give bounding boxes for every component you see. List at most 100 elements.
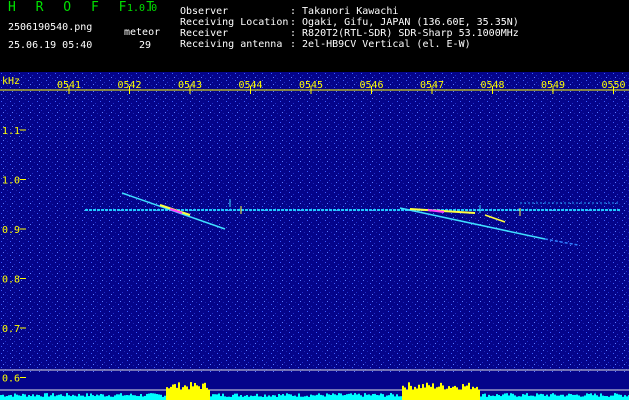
signal-bar	[428, 385, 430, 400]
signal-bar	[578, 395, 580, 400]
signal-bar	[466, 385, 468, 400]
signal-bar	[246, 395, 248, 400]
signal-bar	[570, 394, 572, 400]
signal-bar	[502, 394, 504, 400]
signal-bar	[458, 389, 460, 400]
signal-bar	[328, 394, 330, 400]
signal-bar	[374, 393, 376, 400]
signal-bar	[218, 393, 220, 400]
signal-bar	[14, 393, 16, 400]
signal-bar	[196, 385, 198, 400]
signal-bar	[410, 385, 412, 400]
signal-bar	[568, 393, 570, 400]
signal-bar	[510, 393, 512, 400]
signal-bar	[206, 387, 208, 400]
signal-bar	[82, 395, 84, 400]
file-name: 2506190540.png	[8, 22, 93, 33]
signal-bar	[352, 394, 354, 400]
signal-bar	[350, 393, 352, 400]
signal-bar	[522, 394, 524, 400]
signal-bar	[326, 393, 328, 400]
signal-bar	[322, 395, 324, 400]
signal-bar	[372, 393, 374, 400]
signal-bar	[574, 394, 576, 400]
signal-bar	[408, 382, 410, 400]
signal-bar	[104, 396, 106, 400]
signal-bar	[564, 396, 566, 400]
signal-bar	[54, 396, 56, 400]
signal-bar	[106, 396, 108, 400]
signal-bar	[370, 395, 372, 400]
signal-bar	[38, 395, 40, 400]
signal-bar	[264, 394, 266, 400]
signal-bar	[412, 389, 414, 400]
signal-bar	[150, 393, 152, 400]
signal-bar	[398, 396, 400, 400]
signal-bar	[50, 395, 52, 400]
signal-bar	[400, 396, 402, 400]
time-tick-label: 0550	[602, 80, 626, 91]
signal-bar	[258, 396, 260, 400]
signal-bar	[348, 393, 350, 400]
signal-bar	[514, 395, 516, 400]
signal-bar	[184, 385, 186, 400]
freq-tick-label: 1.0	[2, 176, 20, 187]
signal-bar	[118, 394, 120, 400]
signal-bar	[260, 396, 262, 400]
signal-bar	[456, 387, 458, 400]
signal-bar	[558, 395, 560, 400]
signal-bar	[516, 396, 518, 400]
signal-bar	[40, 396, 42, 400]
signal-bar	[274, 395, 276, 400]
date-time: 25.06.19 05:40	[8, 40, 93, 51]
signal-bar	[304, 396, 306, 400]
signal-bar	[490, 395, 492, 400]
signal-bar	[430, 386, 432, 400]
signal-bar	[426, 382, 428, 400]
signal-bar	[542, 394, 544, 400]
signal-bar	[332, 393, 334, 400]
signal-bar	[582, 396, 584, 400]
signal-bar	[4, 396, 6, 400]
signal-bar	[614, 393, 616, 400]
signal-bar	[52, 393, 54, 400]
noise-texture	[0, 72, 629, 372]
time-tick-label: 0546	[360, 80, 384, 91]
signal-bar	[386, 395, 388, 400]
signal-bar	[312, 395, 314, 400]
signal-bar	[448, 386, 450, 400]
signal-bar	[208, 389, 210, 400]
signal-bar	[216, 394, 218, 400]
signal-bar	[512, 393, 514, 400]
signal-bar	[590, 393, 592, 400]
signal-bar	[164, 395, 166, 400]
signal-bar	[294, 395, 296, 400]
signal-bar	[210, 396, 212, 400]
signal-bar	[356, 394, 358, 400]
signal-bar	[620, 394, 622, 400]
signal-bar	[138, 396, 140, 400]
signal-bar	[422, 384, 424, 400]
signal-bar	[222, 393, 224, 400]
signal-bar	[420, 388, 422, 400]
signal-bar	[94, 396, 96, 400]
signal-bar	[28, 395, 30, 400]
signal-bar	[388, 395, 390, 400]
signal-bar	[576, 394, 578, 400]
signal-bar	[32, 394, 34, 400]
spectrogram: kHz 0541 0542 0543 0544 0545 0546 0547 0548 0549…	[0, 72, 629, 400]
signal-bar	[554, 394, 556, 400]
header-panel: H R O F F T 1.0.0 2506190540.png meteor …	[0, 0, 629, 72]
signal-bar	[464, 386, 466, 400]
signal-bar	[378, 395, 380, 400]
signal-bar	[616, 393, 618, 400]
signal-bar	[122, 395, 124, 400]
signal-bar	[586, 393, 588, 400]
signal-bar	[136, 395, 138, 400]
signal-bar	[286, 393, 288, 400]
signal-bar	[492, 395, 494, 400]
signal-bar	[390, 393, 392, 400]
signal-bar	[86, 393, 88, 400]
signal-bar	[190, 382, 192, 400]
signal-bar	[434, 388, 436, 400]
